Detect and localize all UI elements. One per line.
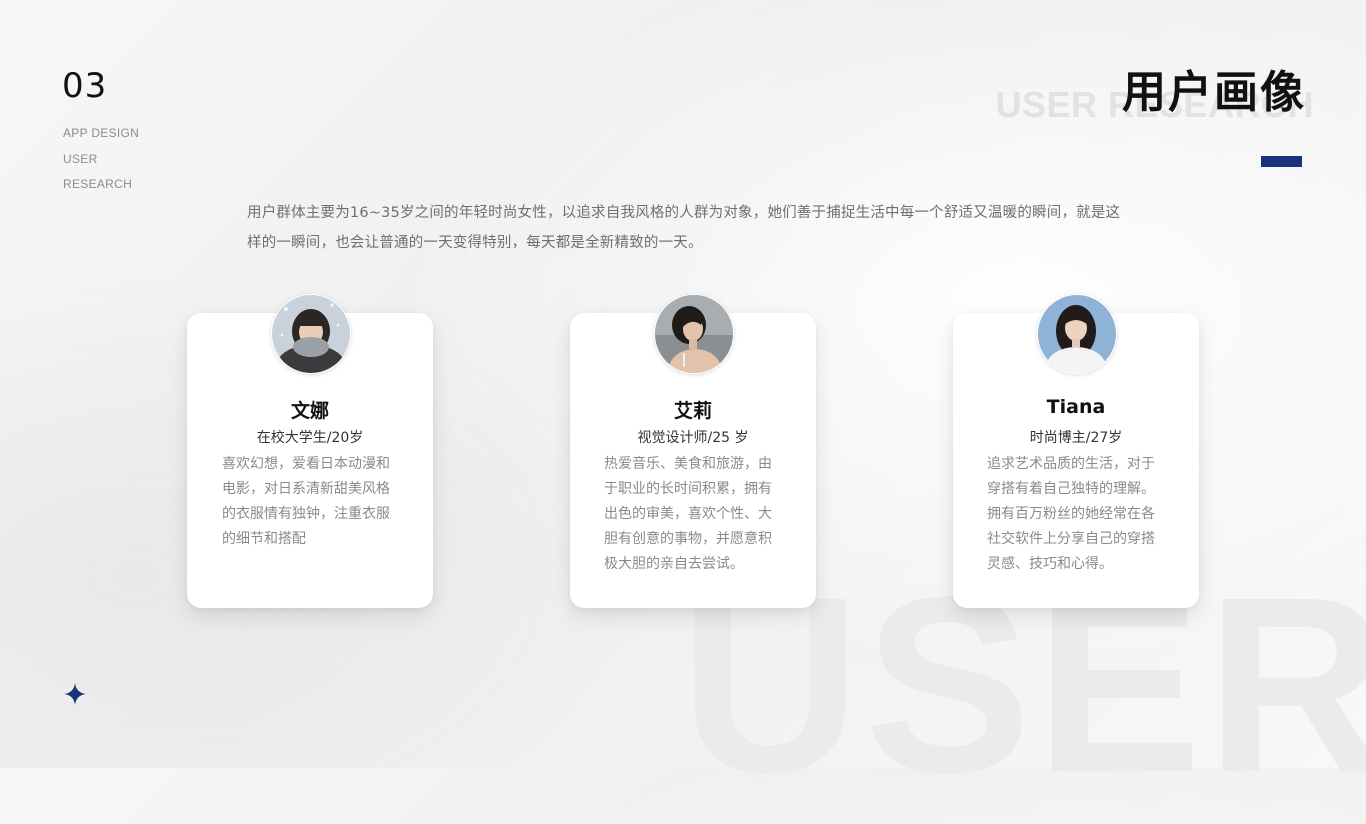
description-line: 胆有创意的事物，并愿意积 <box>604 531 772 547</box>
persona-description: 追求艺术品质的生活，对于 穿搭有着自己独特的理解。 拥有百万粉丝的她经常在各 社… <box>987 452 1177 577</box>
side-label-research: RESEARCH <box>63 177 133 191</box>
description-line: 穿搭有着自己独特的理解。 <box>987 481 1155 497</box>
persona-name: 文娜 <box>290 400 329 422</box>
avatar-1 <box>271 294 351 374</box>
description-line: 于职业的长时间积累，拥有 <box>604 481 772 497</box>
side-label-app-design: APP DESIGN <box>63 126 140 140</box>
persona-role: 时尚博主/27岁 <box>1029 430 1123 446</box>
page-title: 用户画像 <box>1122 67 1306 118</box>
description-line: 喜欢幻想，爱看日本动漫和 <box>222 456 390 472</box>
persona-role: 视觉设计师/25 岁 <box>637 430 749 446</box>
description-line: 电影，对日系清新甜美风格 <box>222 481 390 497</box>
side-label-user: USER <box>63 152 98 166</box>
description-line: 拥有百万粉丝的她经常在各 <box>987 506 1155 522</box>
description-line: 社交软件上分享自己的穿搭 <box>987 531 1155 547</box>
description-line: 追求艺术品质的生活，对于 <box>987 456 1155 472</box>
persona-name: Tiana <box>1046 396 1106 418</box>
persona-name: 艾莉 <box>673 400 712 422</box>
description-line: 的细节和搭配 <box>222 531 306 547</box>
intro-line: 用户群体主要为16~35岁之间的年轻时尚女性，以追求自我风格的人群为对象，她们善… <box>247 205 1121 221</box>
persona-description: 喜欢幻想，爱看日本动漫和 电影，对日系清新甜美风格 的衣服情有独钟，注重衣服 的… <box>222 452 412 552</box>
persona-role: 在校大学生/20岁 <box>256 430 364 446</box>
four-point-star-icon <box>64 683 86 705</box>
accent-bar <box>1261 156 1302 167</box>
avatar-3 <box>1037 294 1117 374</box>
intro-line: 样的一瞬间，也会让普通的一天变得特别，每天都是全新精致的一天。 <box>247 235 703 251</box>
description-line: 灵感、技巧和心得。 <box>987 556 1113 572</box>
description-line: 的衣服情有独钟，注重衣服 <box>222 506 390 522</box>
section-number: 03 <box>62 66 108 106</box>
description-line: 热爱音乐、美食和旅游，由 <box>604 456 772 472</box>
description-line: 极大胆的亲自去尝试。 <box>604 556 744 572</box>
intro-paragraph: 用户群体主要为16~35岁之间的年轻时尚女性，以追求自我风格的人群为对象，她们善… <box>247 198 1137 258</box>
description-line: 出色的审美，喜欢个性、大 <box>604 506 772 522</box>
avatar-2 <box>654 294 734 374</box>
persona-description: 热爱音乐、美食和旅游，由 于职业的长时间积累，拥有 出色的审美，喜欢个性、大 胆… <box>604 452 794 577</box>
